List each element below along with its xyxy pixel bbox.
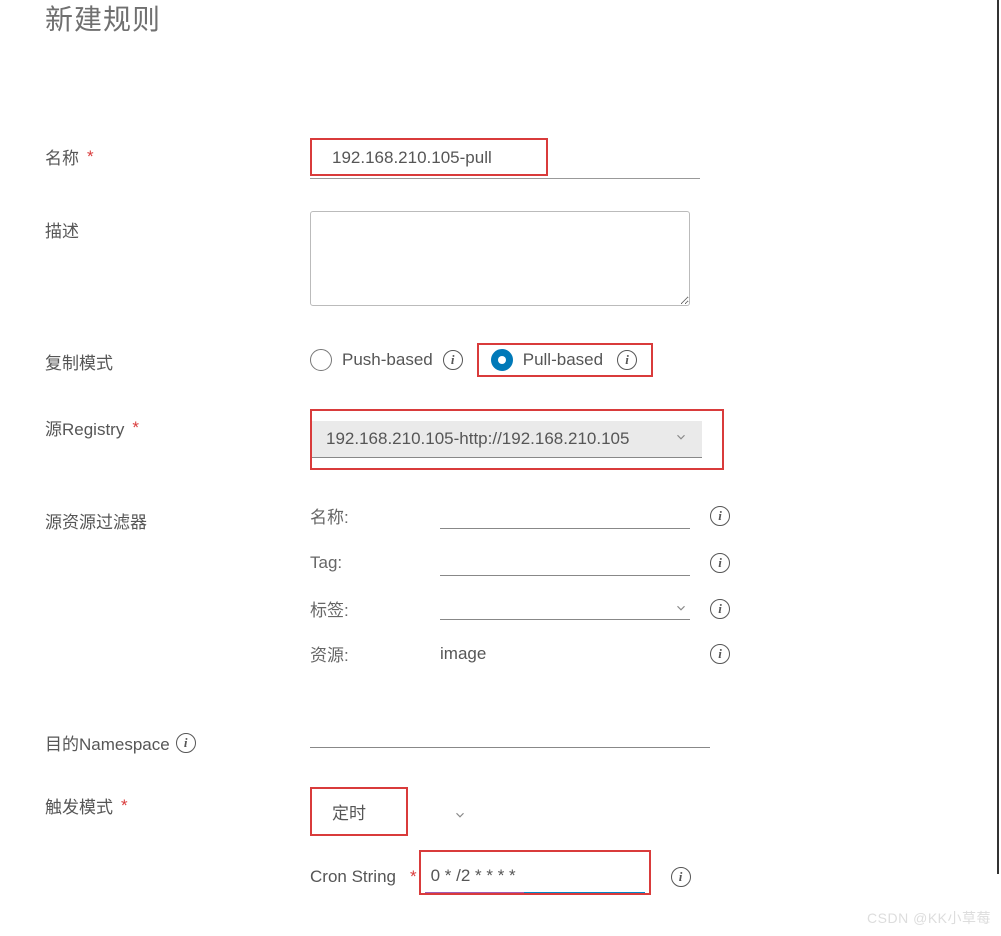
label-src-registry: 源Registry * (45, 409, 310, 440)
trigger-highlight: 定时 (310, 787, 408, 836)
control-filters: 名称: i Tag: i 标签: i 资源: image i (310, 502, 1001, 666)
filter-tag-input[interactable] (440, 549, 690, 576)
label-trigger-text: 触发模式 (45, 793, 113, 818)
dialog-title: 新建规则 (45, 0, 1001, 38)
radio-pull-ring (491, 349, 513, 371)
name-underline (310, 178, 700, 179)
control-trigger: 定时 Cron String * i (310, 787, 1001, 894)
row-desc: 描述 (45, 211, 1001, 311)
row-filters: 源资源过滤器 名称: i Tag: i 标签: i 资源: image i (45, 502, 1001, 666)
label-mode: 复制模式 (45, 343, 310, 374)
radio-pull-label: Pull-based (523, 350, 603, 370)
info-icon[interactable]: i (710, 599, 730, 619)
filter-tag-label: Tag: (310, 553, 440, 573)
radio-push-label: Push-based (342, 350, 433, 370)
label-trigger: 触发模式 * (45, 787, 310, 818)
label-src-registry-text: 源Registry (45, 415, 124, 440)
info-icon[interactable]: i (443, 350, 463, 370)
row-mode: 复制模式 Push-based i Pull-based i (45, 343, 1001, 377)
filter-resource-value-wrap: image (440, 644, 690, 664)
required-mark: * (87, 147, 94, 167)
desc-textarea[interactable] (310, 211, 690, 306)
required-mark: * (132, 418, 139, 438)
watermark: CSDN @KK小草莓 (867, 908, 991, 928)
filter-row-resource: 资源: image i (310, 641, 1001, 666)
control-name (310, 138, 1001, 179)
row-src-registry: 源Registry * 192.168.210.105-http://192.1… (45, 409, 1001, 470)
radio-push-ring (310, 349, 332, 371)
filter-name-label: 名称: (310, 503, 440, 528)
radio-push[interactable]: Push-based i (310, 349, 463, 371)
cron-highlight-wrap (425, 860, 645, 894)
filter-name-input[interactable] (440, 502, 690, 529)
row-dest-ns: 目的Namespace i (45, 724, 1001, 755)
filter-resource-value: image (440, 644, 486, 663)
info-icon[interactable]: i (710, 553, 730, 573)
scroll-edge (997, 0, 999, 874)
name-highlight (310, 138, 548, 176)
info-icon[interactable]: i (671, 867, 691, 887)
required-mark: * (121, 796, 128, 816)
row-trigger: 触发模式 * 定时 Cron String * i (45, 787, 1001, 894)
filter-row-tag: Tag: i (310, 549, 1001, 576)
label-filters: 源资源过滤器 (45, 502, 310, 533)
filter-row-labels: 标签: i (310, 596, 1001, 621)
control-mode: Push-based i Pull-based i (310, 343, 1001, 377)
filter-labels-select[interactable] (440, 597, 690, 620)
control-src-registry: 192.168.210.105-http://192.168.210.105 (310, 409, 1001, 470)
mode-radio-group: Push-based i Pull-based i (310, 343, 1001, 377)
info-icon[interactable]: i (710, 644, 730, 664)
chevron-down-icon (674, 429, 688, 449)
src-registry-select[interactable]: 192.168.210.105-http://192.168.210.105 (312, 421, 702, 458)
radio-pull[interactable]: Pull-based (491, 349, 603, 371)
chevron-down-icon (674, 601, 688, 615)
control-dest-ns (310, 724, 1001, 748)
cron-input[interactable] (425, 860, 645, 894)
cron-label: Cron String (310, 867, 396, 887)
name-input[interactable] (314, 142, 544, 174)
info-icon[interactable]: i (617, 350, 637, 370)
trigger-value: 定时 (320, 799, 378, 824)
required-mark: * (410, 867, 417, 887)
chevron-down-icon (453, 808, 467, 822)
label-dest-ns: 目的Namespace i (45, 724, 310, 755)
label-name-text: 名称 (45, 144, 79, 169)
dest-ns-input[interactable] (310, 724, 710, 748)
trigger-select[interactable]: 定时 (316, 795, 402, 828)
control-desc (310, 211, 1001, 311)
filter-resource-label: 资源: (310, 641, 440, 666)
info-icon[interactable]: i (710, 506, 730, 526)
info-icon[interactable]: i (176, 733, 196, 753)
label-desc: 描述 (45, 211, 310, 242)
label-dest-ns-text: 目的Namespace (45, 730, 170, 755)
pull-highlight: Pull-based i (477, 343, 653, 377)
registry-highlight: 192.168.210.105-http://192.168.210.105 (310, 409, 724, 470)
row-cron: Cron String * i (310, 860, 1001, 894)
filter-row-name: 名称: i (310, 502, 1001, 529)
src-registry-value: 192.168.210.105-http://192.168.210.105 (326, 429, 629, 449)
row-name: 名称 * (45, 138, 1001, 179)
filter-labels-label: 标签: (310, 596, 440, 621)
label-name: 名称 * (45, 138, 310, 169)
